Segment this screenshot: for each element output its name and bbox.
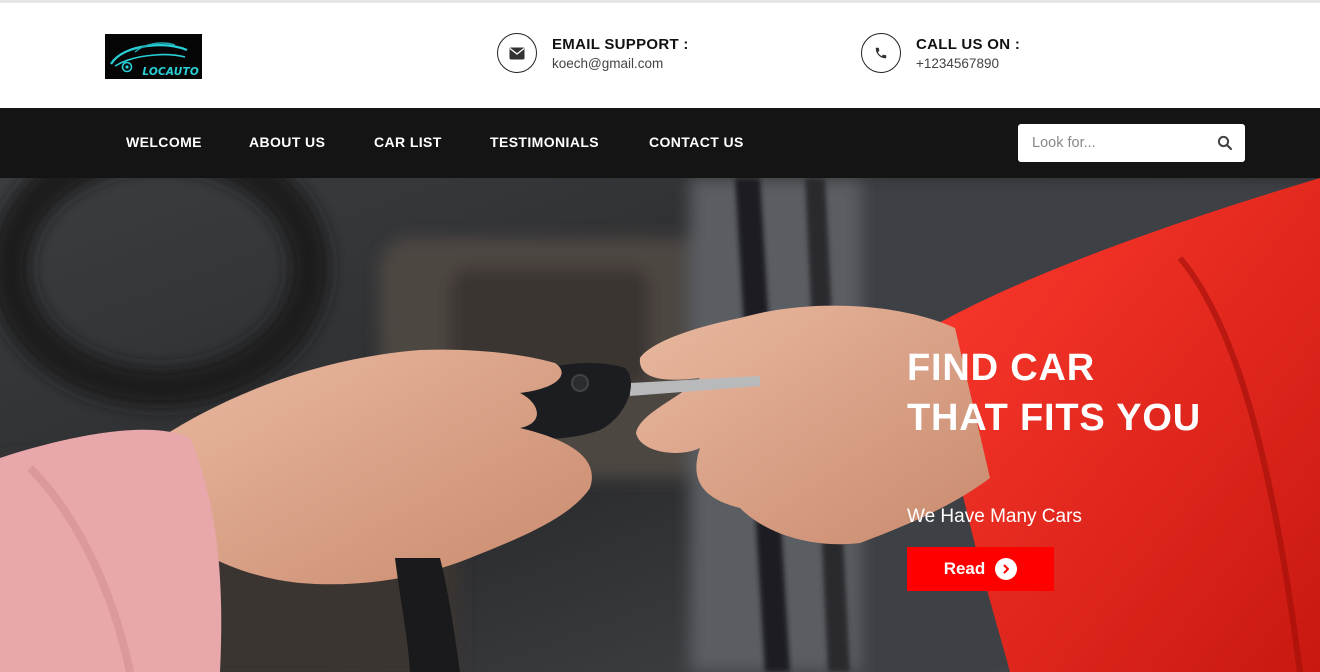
nav-item-welcome[interactable]: WELCOME — [126, 134, 202, 150]
nav-item-about-us[interactable]: ABOUT US — [249, 134, 325, 150]
main-navigation: WELCOME ABOUT US CAR LIST TESTIMONIALS C… — [0, 108, 1320, 178]
search-input[interactable] — [1018, 124, 1208, 162]
chevron-right-icon — [995, 558, 1018, 580]
site-logo[interactable]: LOCAUTO — [105, 34, 202, 79]
search-icon[interactable] — [1217, 135, 1233, 151]
hero-title: FIND CAR THAT FITS YOU — [907, 347, 1201, 439]
phone-icon — [861, 33, 901, 73]
read-button-label: Read — [943, 559, 986, 578]
read-button[interactable]: Read — [907, 547, 1054, 591]
logo-text: LOCAUTO — [142, 66, 199, 78]
email-address[interactable]: koech@gmail.com — [552, 56, 663, 71]
call-us-title: CALL US ON : — [916, 36, 1021, 53]
site-header: LOCAUTO EMAIL SUPPORT : koech@gmail.com … — [0, 3, 1320, 108]
hero-subtitle: We Have Many Cars — [907, 506, 1082, 527]
nav-item-contact-us[interactable]: CONTACT US — [649, 134, 744, 150]
hero-banner: FIND CAR THAT FITS YOU We Have Many Cars… — [0, 178, 1320, 672]
email-support-title: EMAIL SUPPORT : — [552, 36, 689, 53]
envelope-icon — [497, 33, 537, 73]
nav-item-car-list[interactable]: CAR LIST — [374, 134, 442, 150]
nav-item-testimonials[interactable]: TESTIMONIALS — [490, 134, 599, 150]
phone-number[interactable]: +1234567890 — [916, 56, 999, 71]
search-box — [1018, 124, 1245, 162]
